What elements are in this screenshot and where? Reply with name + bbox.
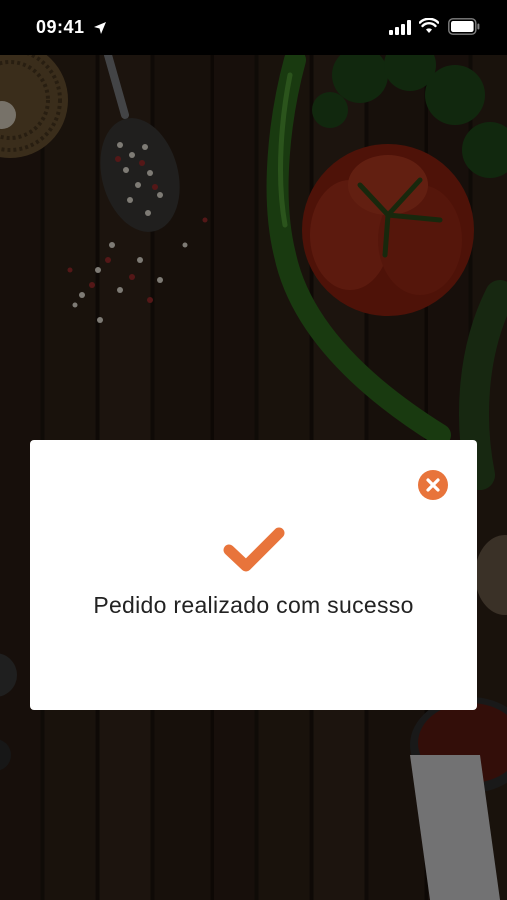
location-arrow-icon [94, 22, 106, 34]
close-button[interactable] [418, 470, 448, 500]
close-icon [426, 478, 440, 492]
status-bar: 09:41 [0, 0, 507, 55]
checkmark-icon [223, 527, 285, 572]
signal-icon [389, 20, 411, 35]
app-screen: 09:41 Pedido realizado com sucesso [0, 0, 507, 900]
status-time: 09:41 [36, 17, 85, 37]
wifi-icon [419, 18, 439, 33]
success-message: Pedido realizado com sucesso [93, 592, 414, 618]
success-dialog: Pedido realizado com sucesso [30, 440, 477, 710]
battery-icon [448, 18, 480, 35]
